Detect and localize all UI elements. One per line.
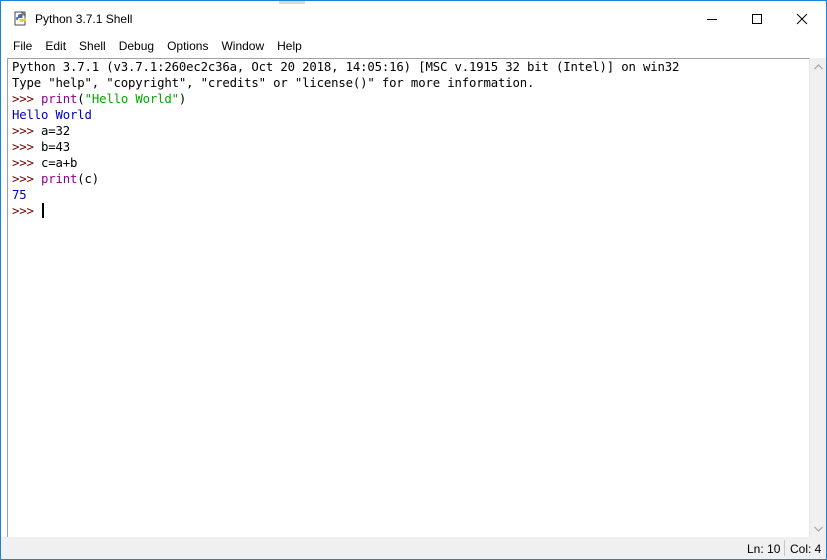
- scroll-down-button[interactable]: [810, 520, 827, 537]
- code-text: a=32: [41, 124, 71, 138]
- text-cursor: [42, 203, 45, 218]
- paren-open: (: [77, 92, 85, 106]
- shell-prompt: >>>: [12, 92, 42, 106]
- vertical-scrollbar[interactable]: [809, 58, 826, 537]
- code-text: (c): [77, 172, 100, 186]
- shell-input-line: >>> print(c): [12, 171, 809, 187]
- code-text: c=a+b: [41, 156, 78, 170]
- window-title: Python 3.7.1 Shell: [35, 12, 133, 26]
- shell-input-line: >>> b=43: [12, 139, 809, 155]
- shell-input-line: >>> a=32: [12, 123, 809, 139]
- scroll-up-button[interactable]: [810, 58, 827, 75]
- shell-text-area[interactable]: Python 3.7.1 (v3.7.1:260ec2c36a, Oct 20 …: [7, 58, 809, 537]
- minimize-button[interactable]: [689, 2, 735, 35]
- shell-input-line: >>> print("Hello World"): [12, 91, 809, 107]
- menu-window[interactable]: Window: [221, 39, 264, 53]
- keyword-print: print: [41, 172, 78, 186]
- code-text: b=43: [41, 140, 71, 154]
- menu-edit[interactable]: Edit: [45, 39, 66, 53]
- status-column-number: Col: 4: [790, 542, 822, 556]
- title-bar[interactable]: Python 3.7.1 Shell: [1, 1, 826, 35]
- close-button[interactable]: [779, 2, 825, 35]
- menu-file[interactable]: File: [13, 39, 32, 53]
- shell-input-line: >>> c=a+b: [12, 155, 809, 171]
- banner-version-line: Python 3.7.1 (v3.7.1:260ec2c36a, Oct 20 …: [12, 60, 680, 74]
- shell-prompt: >>>: [12, 124, 42, 138]
- string-literal: "Hello World": [84, 92, 179, 106]
- shell-output-line: 75: [12, 188, 27, 202]
- shell-output-line: Hello World: [12, 108, 92, 122]
- menu-help[interactable]: Help: [277, 39, 302, 53]
- status-bar: Ln: 10 Col: 4: [1, 537, 826, 559]
- menu-debug[interactable]: Debug: [119, 39, 154, 53]
- chevron-down-icon: [814, 526, 823, 532]
- menu-bar: File Edit Shell Debug Options Window Hel…: [1, 35, 826, 57]
- banner-help-line: Type "help", "copyright", "credits" or "…: [12, 76, 535, 90]
- shell-active-input-line[interactable]: >>>: [12, 203, 809, 219]
- keyword-print: print: [41, 92, 78, 106]
- maximize-icon: [752, 13, 762, 24]
- paren-close: ): [178, 92, 187, 106]
- python-idle-icon[interactable]: [13, 11, 29, 27]
- scroll-track[interactable]: [811, 75, 826, 520]
- close-icon: [796, 13, 808, 24]
- title-bar-notch: [279, 1, 305, 4]
- chevron-up-icon: [814, 63, 823, 69]
- idle-shell-window: Python 3.7.1 Shell File Edit Shell Debug…: [0, 0, 827, 560]
- shell-prompt: >>>: [12, 172, 42, 186]
- menu-options[interactable]: Options: [167, 39, 208, 53]
- maximize-button[interactable]: [734, 2, 780, 35]
- status-line-number: Ln: 10: [747, 542, 781, 556]
- shell-prompt: >>>: [12, 204, 42, 218]
- shell-prompt: >>>: [12, 140, 42, 154]
- status-divider: [784, 540, 785, 556]
- menu-shell[interactable]: Shell: [79, 39, 106, 53]
- shell-prompt: >>>: [12, 156, 42, 170]
- minimize-icon: [707, 18, 717, 20]
